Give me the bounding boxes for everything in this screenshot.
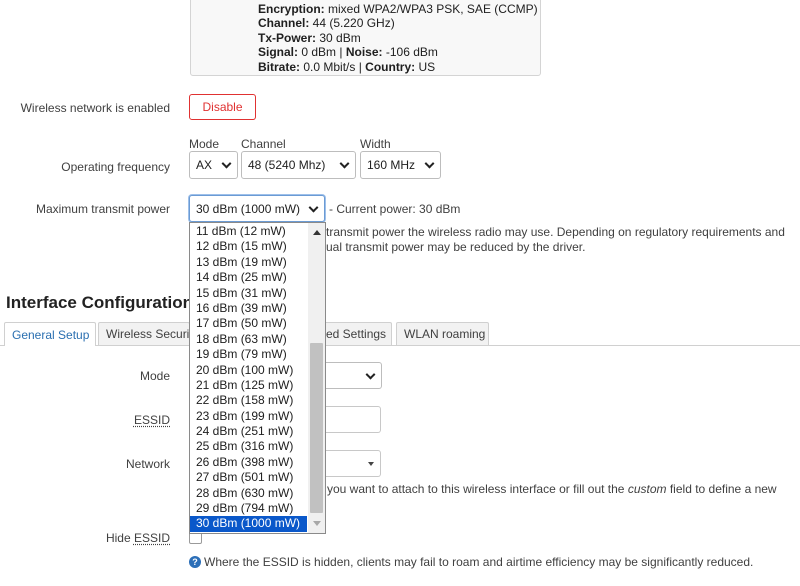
network-field-label: Network — [125, 457, 170, 471]
txpower-select-value: 30 dBm (1000 mW) — [196, 201, 301, 216]
network-description: you want to attach to this wireless inte… — [327, 482, 777, 497]
channel-label: Channel: — [258, 16, 310, 31]
scrollbar-thumb[interactable] — [310, 343, 323, 513]
txpower-option[interactable]: 14 dBm (25 mW) — [190, 270, 307, 285]
chevron-down-icon — [221, 158, 232, 169]
network-description-suffix: field to define a new — [666, 482, 777, 496]
txpower-options: 11 dBm (12 mW) 12 dBm (15 mW) 13 dBm (19 m… — [190, 224, 307, 532]
txpower-option[interactable]: 17 dBm (50 mW) — [190, 316, 307, 331]
channel-sublabel: Channel — [241, 137, 286, 151]
txpower-option[interactable]: 28 dBm (630 mW) — [190, 486, 307, 501]
interface-configuration-title: Interface Configuration — [6, 293, 194, 312]
tab-advanced-settings[interactable]: ed Settings — [318, 322, 392, 345]
txpower-description-line2: ual transmit power may be reduced by the… — [326, 240, 586, 254]
scroll-down-arrow-icon[interactable] — [313, 521, 321, 526]
essid-input[interactable] — [320, 406, 381, 433]
caret-down-icon — [368, 461, 374, 466]
disable-button[interactable]: Disable — [189, 94, 256, 120]
wireless-enabled-label: Wireless network is enabled — [20, 101, 170, 115]
txpower-option[interactable]: 12 dBm (15 mW) — [190, 239, 307, 254]
txpower-option[interactable]: 19 dBm (79 mW) — [190, 347, 307, 362]
mode-field-label: Mode — [139, 369, 170, 383]
txpower-option[interactable]: 24 dBm (251 mW) — [190, 424, 307, 439]
channel-select[interactable]: 48 (5240 Mhz) — [241, 151, 356, 179]
encryption-label: Encryption: — [258, 2, 325, 16]
scroll-up-arrow-icon[interactable] — [313, 230, 321, 235]
signal-value: 0 dBm | — [298, 45, 346, 60]
channel-value: 44 (5.220 GHz) — [309, 16, 395, 31]
bitrate-label: Bitrate: — [258, 59, 301, 74]
bitrate-value: 0.0 Mbit/s | — [300, 59, 366, 74]
operating-frequency-label: Operating frequency — [61, 160, 170, 174]
hide-essid-help-text: Where the ESSID is hidden, clients may f… — [204, 555, 754, 569]
width-select[interactable]: 160 MHz — [360, 151, 441, 179]
txpower-status-label: Tx-Power: — [258, 30, 317, 45]
max-transmit-power-label: Maximum transmit power — [35, 202, 170, 216]
country-value: US — [415, 59, 436, 74]
channel-select-value: 48 (5240 Mhz) — [248, 158, 326, 172]
tabs-divider — [0, 345, 800, 346]
hide-essid-label-abbr: ESSID — [133, 531, 170, 545]
network-description-prefix: you want to attach to this wireless inte… — [327, 482, 628, 496]
essid-field-label: ESSID — [133, 413, 170, 427]
tab-wlan-roaming[interactable]: WLAN roaming — [396, 322, 489, 345]
country-label: Country: — [365, 59, 416, 74]
chevron-down-icon — [424, 158, 435, 169]
network-description-custom: custom — [627, 482, 667, 496]
txpower-option[interactable]: 22 dBm (158 mW) — [190, 393, 307, 408]
txpower-option[interactable]: 21 dBm (125 mW) — [190, 378, 307, 393]
txpower-option[interactable]: 11 dBm (12 mW) — [190, 224, 307, 239]
txpower-option[interactable]: 29 dBm (794 mW) — [190, 501, 307, 516]
network-select[interactable] — [320, 450, 381, 477]
interface-mode-select[interactable] — [320, 362, 382, 389]
width-sublabel: Width — [360, 137, 391, 151]
txpower-option[interactable]: 23 dBm (199 mW) — [190, 409, 307, 424]
tab-general-setup[interactable]: General Setup — [4, 322, 96, 346]
txpower-option[interactable]: 15 dBm (31 mW) — [190, 286, 307, 301]
noise-value: -106 dBm — [382, 45, 438, 60]
hide-essid-label-text: Hide — [105, 531, 134, 545]
status-details: Encryption: mixed WPA2/WPA3 PSK, SAE (CC… — [258, 2, 538, 74]
txpower-description-line1: transmit power the wireless radio may us… — [326, 225, 785, 239]
signal-label: Signal: — [258, 45, 299, 60]
width-select-value: 160 MHz — [367, 158, 416, 172]
txpower-option[interactable]: 26 dBm (398 mW) — [190, 455, 307, 470]
tab-wireless-security[interactable]: Wireless Securit — [98, 322, 190, 345]
dropdown-scrollbar[interactable] — [308, 223, 325, 533]
txpower-option[interactable]: 16 dBm (39 mW) — [190, 301, 307, 316]
txpower-option[interactable]: 20 dBm (100 mW) — [190, 363, 307, 378]
txpower-option[interactable]: 18 dBm (63 mW) — [190, 332, 307, 347]
txpower-option[interactable]: 30 dBm (1000 mW) — [190, 516, 307, 532]
txpower-option[interactable]: 25 dBm (316 mW) — [190, 439, 307, 454]
help-icon: ? — [189, 556, 201, 568]
chevron-down-icon — [339, 158, 350, 169]
current-power-text: - Current power: 30 dBm — [329, 202, 461, 216]
hide-essid-label: Hide ESSID — [106, 531, 170, 545]
txpower-select[interactable]: 30 dBm (1000 mW) — [189, 195, 325, 222]
txpower-dropdown-list[interactable]: 11 dBm (12 mW) 12 dBm (15 mW) 13 dBm (19 m… — [189, 222, 326, 534]
chevron-down-icon — [308, 202, 319, 213]
mode-select[interactable]: AX — [189, 151, 238, 179]
noise-label: Noise: — [345, 45, 383, 60]
mode-select-value: AX — [196, 158, 213, 172]
txpower-status-value: 30 dBm — [316, 30, 361, 45]
chevron-down-icon — [365, 369, 376, 380]
encryption-value: mixed WPA2/WPA3 PSK, SAE (CCMP) — [324, 2, 538, 16]
mode-sublabel: Mode — [189, 137, 220, 151]
txpower-option[interactable]: 13 dBm (19 mW) — [190, 255, 307, 270]
txpower-option[interactable]: 27 dBm (501 mW) — [190, 470, 307, 485]
